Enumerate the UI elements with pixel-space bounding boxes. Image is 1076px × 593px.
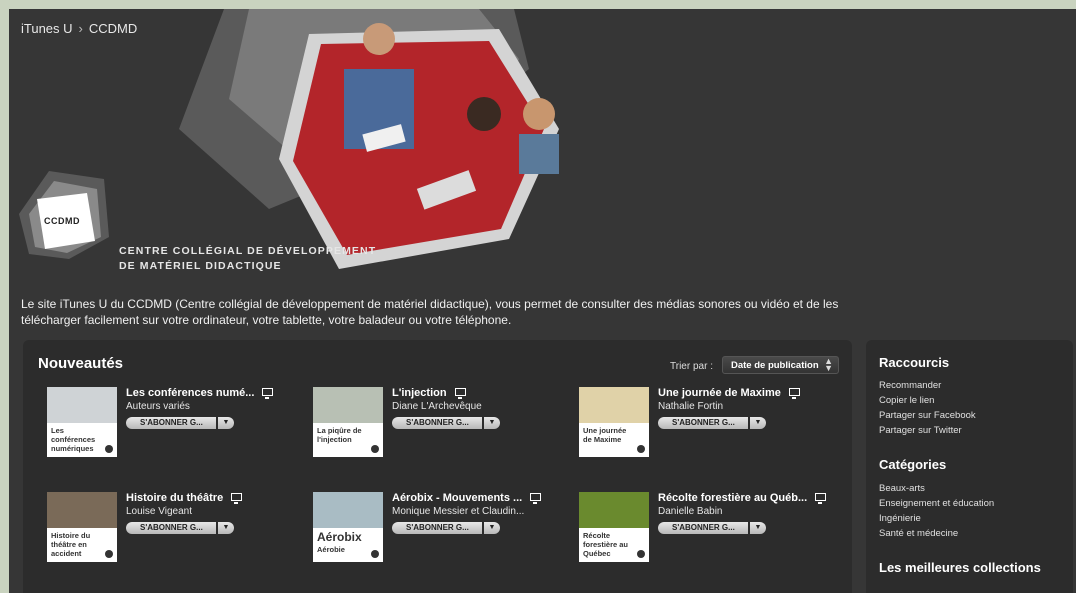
subscribe-dropdown-icon[interactable]: ▼ — [750, 522, 766, 534]
thumbnail-image — [579, 492, 649, 528]
subscribe-button[interactable]: S'ABONNER G... — [392, 417, 482, 429]
subscribe-button[interactable]: S'ABONNER G... — [392, 522, 482, 534]
category-link[interactable]: Enseignement et éducation — [879, 498, 994, 509]
collection-title[interactable]: Récolte forestière au Québ... — [658, 492, 827, 504]
collection-title[interactable]: L'injection — [392, 387, 466, 399]
chevron-updown-icon: ▲ ▼ — [824, 356, 833, 373]
video-icon — [788, 388, 800, 399]
video-icon — [231, 493, 243, 504]
collection-author: Danielle Babin — [658, 506, 723, 517]
collection-item[interactable]: Une journée de Maxime Une journée de Max… — [579, 387, 839, 467]
category-link[interactable]: Santé et médecine — [879, 528, 958, 539]
podcast-icon — [371, 445, 379, 453]
subscribe-dropdown-icon[interactable]: ▼ — [484, 417, 500, 429]
sort-select-value: Date de publication — [731, 360, 819, 371]
best-collections-title: Les meilleures collections — [879, 560, 1041, 575]
subscribe-dropdown-icon[interactable]: ▼ — [484, 522, 500, 534]
collection-item[interactable]: Aérobix Aérobie Aérobix - Mouvements ...… — [313, 492, 573, 572]
thumbnail-caption: Histoire du théâtre en accident — [51, 531, 91, 558]
collection-thumbnail[interactable]: Histoire du théâtre en accident — [47, 492, 117, 562]
logo-line-2: DE MATÉRIEL DIDACTIQUE — [119, 260, 282, 272]
collection-thumbnail[interactable]: Récolte forestière au Québec — [579, 492, 649, 562]
subscribe-button[interactable]: S'ABONNER G... — [658, 417, 748, 429]
new-releases-panel: Nouveautés Trier par : Date de publicati… — [23, 340, 852, 593]
sort-select[interactable]: Date de publication ▲ ▼ — [722, 356, 839, 374]
thumbnail-image — [47, 492, 117, 528]
panel-title: Nouveautés — [38, 355, 124, 372]
category-link[interactable]: Beaux-arts — [879, 483, 925, 494]
podcast-icon — [105, 550, 113, 558]
sort-label: Trier par : — [670, 361, 713, 372]
breadcrumb-separator: › — [78, 21, 83, 36]
subscribe-dropdown-icon[interactable]: ▼ — [218, 522, 234, 534]
person-icon — [519, 134, 559, 174]
collection-thumbnail[interactable]: La piqûre de l'injection — [313, 387, 383, 457]
video-icon — [815, 493, 827, 504]
video-icon — [530, 493, 542, 504]
category-link[interactable]: Ingénierie — [879, 513, 921, 524]
collection-thumbnail[interactable]: Une journée de Maxime — [579, 387, 649, 457]
breadcrumb-current[interactable]: CCDMD — [89, 21, 137, 36]
thumbnail-caption: Une journée de Maxime — [583, 426, 627, 444]
breadcrumb-root-link[interactable]: iTunes U — [21, 21, 73, 36]
person-icon — [523, 98, 555, 130]
collection-author: Monique Messier et Claudin... — [392, 506, 525, 517]
video-icon — [454, 388, 466, 399]
podcast-icon — [637, 550, 645, 558]
collection-item[interactable]: La piqûre de l'injection L'injection Dia… — [313, 387, 573, 467]
collection-item[interactable]: Récolte forestière au Québec Récolte for… — [579, 492, 839, 572]
breadcrumb: iTunes U › CCDMD — [21, 21, 137, 36]
shortcut-copy-link[interactable]: Copier le lien — [879, 395, 934, 406]
collection-thumbnail[interactable]: Les conférences numériques — [47, 387, 117, 457]
sidebar: Raccourcis Recommander Copier le lien Pa… — [866, 340, 1073, 593]
shortcut-facebook-link[interactable]: Partager sur Facebook — [879, 410, 976, 421]
thumbnail-image — [47, 387, 117, 423]
subscribe-button[interactable]: S'ABONNER G... — [126, 522, 216, 534]
collection-item[interactable]: Les conférences numériques Les conférenc… — [47, 387, 307, 467]
shortcut-twitter-link[interactable]: Partager sur Twitter — [879, 425, 962, 436]
intro-text: Le site iTunes U du CCDMD (Centre collég… — [21, 297, 839, 327]
thumbnail-image — [313, 387, 383, 423]
thumbnail-caption: La piqûre de l'injection — [317, 426, 362, 444]
podcast-icon — [371, 550, 379, 558]
subscribe-dropdown-icon[interactable]: ▼ — [750, 417, 766, 429]
collection-author: Diane L'Archevêque — [392, 401, 482, 412]
shortcut-recommend-link[interactable]: Recommander — [879, 380, 941, 391]
collection-item[interactable]: Histoire du théâtre en accident Histoire… — [47, 492, 307, 572]
person-icon — [363, 23, 395, 55]
collection-author: Auteurs variés — [126, 401, 190, 412]
subscribe-button[interactable]: S'ABONNER G... — [658, 522, 748, 534]
video-icon — [262, 388, 274, 399]
subscribe-button[interactable]: S'ABONNER G... — [126, 417, 216, 429]
collection-title[interactable]: Une journée de Maxime — [658, 387, 800, 399]
logo-mark-text: CCDMD — [44, 216, 80, 226]
thumbnail-image — [579, 387, 649, 423]
collection-author: Louise Vigeant — [126, 506, 192, 517]
collection-title[interactable]: Aérobix - Mouvements ... — [392, 492, 542, 504]
thumbnail-caption: Récolte forestière au Québec — [583, 531, 629, 558]
thumbnail-image — [313, 492, 383, 528]
shortcuts-title: Raccourcis — [879, 355, 950, 370]
thumbnail-caption: Les conférences numériques — [51, 426, 96, 453]
itunes-u-page: CCDMD iTunes U › CCDMD CENTRE COLLÉGIAL DE… — [9, 9, 1076, 593]
logo-line-1: CENTRE COLLÉGIAL DE DÉVELOPPEMENT — [119, 245, 377, 257]
collection-author: Nathalie Fortin — [658, 401, 724, 412]
collection-thumbnail[interactable]: Aérobix Aérobie — [313, 492, 383, 562]
podcast-icon — [637, 445, 645, 453]
collection-title[interactable]: Histoire du théâtre — [126, 492, 243, 504]
thumbnail-subcaption: Aérobie — [317, 545, 345, 554]
subscribe-dropdown-icon[interactable]: ▼ — [218, 417, 234, 429]
collection-title[interactable]: Les conférences numé... — [126, 387, 274, 399]
thumbnail-caption: Aérobix — [317, 530, 362, 544]
categories-title: Catégories — [879, 457, 947, 472]
podcast-icon — [105, 445, 113, 453]
person-icon — [467, 97, 501, 131]
frame-edge — [0, 94, 9, 593]
logo-text: CENTRE COLLÉGIAL DE DÉVELOPPEMENT DE MAT… — [119, 244, 376, 274]
